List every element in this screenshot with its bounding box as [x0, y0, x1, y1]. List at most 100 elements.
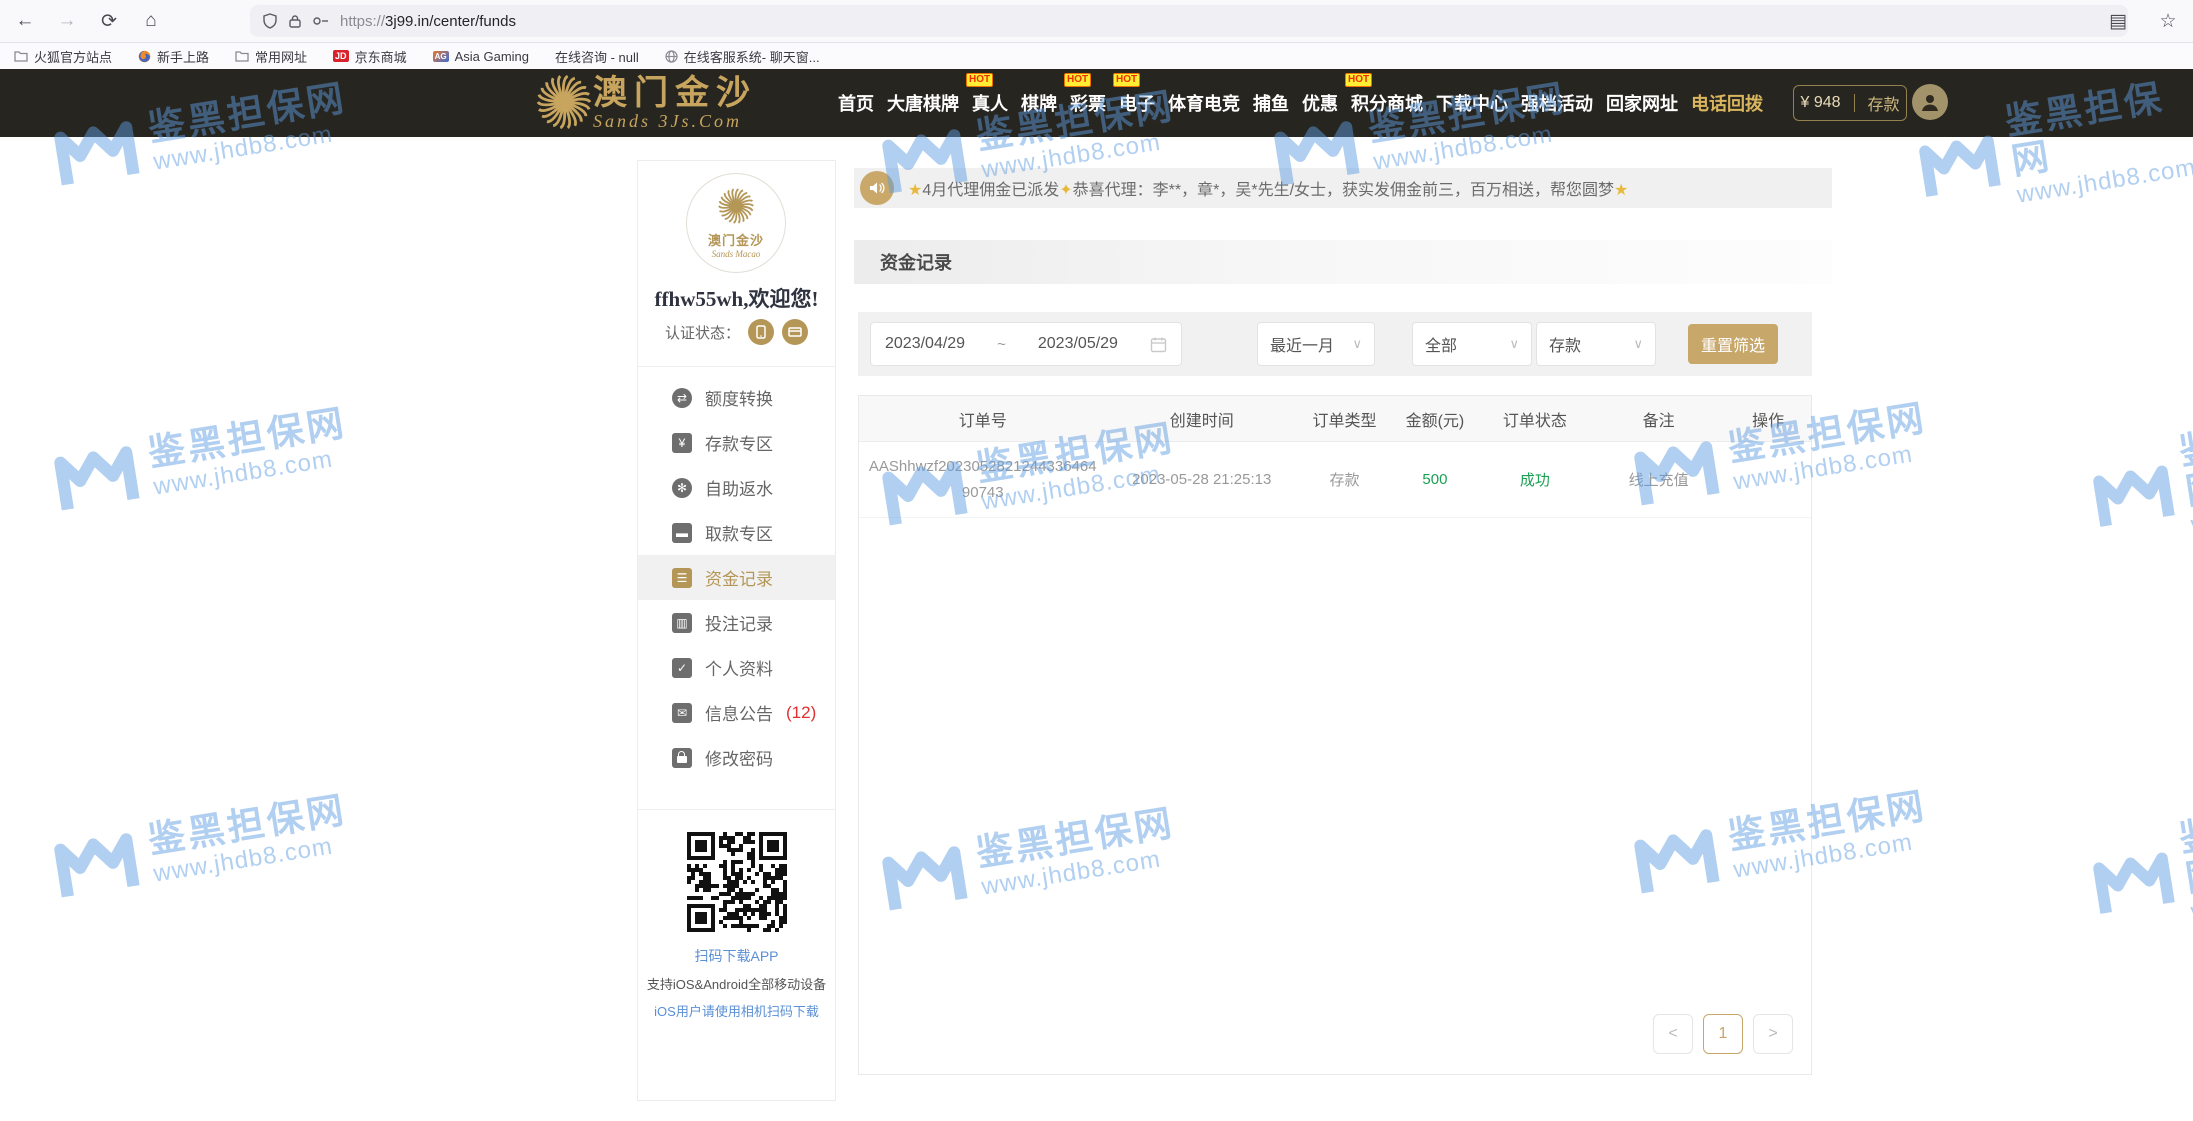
qr-support-text: 支持iOS&Android全部移动设备 [638, 974, 835, 993]
type-select-value: 存款 [1549, 332, 1581, 356]
column-header: 备注 [1592, 407, 1725, 431]
table-row: AAShhwzf2023052821244336464907432023-05-… [859, 442, 1811, 518]
cell-created: 2023-05-28 21:25:13 [1107, 471, 1297, 488]
nav-item-label: 大唐棋牌 [887, 94, 959, 114]
sidebar-item-lock[interactable]: 修改密码 [638, 735, 835, 780]
bookmark-label: 常用网址 [255, 47, 307, 66]
speaker-icon [860, 171, 894, 205]
nav-item[interactable]: HOT彩票 [1070, 90, 1106, 116]
cell-amount: 500 [1392, 471, 1478, 488]
qr-ios-hint-link[interactable]: iOS用户请使用相机扫码下载 [638, 1001, 835, 1020]
sidebar-item-exchange[interactable]: ⇄额度转换 [638, 375, 835, 420]
bookmark-label: 京东商城 [355, 47, 407, 66]
nav-item-label: 彩票 [1070, 94, 1106, 114]
avatar-brand-subtext: Sands Macao [712, 249, 761, 259]
bookmark-star-icon[interactable]: ☆ [2151, 5, 2185, 37]
nav-item[interactable]: 优惠 [1302, 90, 1338, 116]
bookmark-item[interactable]: AGAsia Gaming [433, 49, 529, 64]
nav-item[interactable]: 捕鱼 [1253, 90, 1289, 116]
table-body: AAShhwzf2023052821244336464907432023-05-… [859, 442, 1811, 518]
auth-status-row: 认证状态： [638, 319, 835, 345]
sidebar-item-rebate[interactable]: ✻自助返水 [638, 465, 835, 510]
calendar-icon [1150, 336, 1167, 353]
bookmark-item[interactable]: 在线咨询 - null [555, 47, 639, 66]
avatar-brand-text: 澳门金沙 [708, 230, 764, 249]
range-select-value: 最近一月 [1270, 332, 1334, 356]
watermark: 鉴黑担保网www.jhdb8.com [48, 789, 353, 905]
bookmark-label: 新手上路 [157, 47, 209, 66]
sidebar-item-label: 资金记录 [705, 565, 773, 590]
home-icon[interactable]: ⌂ [134, 5, 168, 37]
nav-item-label: 首页 [838, 94, 874, 114]
reset-filter-button[interactable]: 重置筛选 [1688, 324, 1778, 364]
reload-icon[interactable]: ⟳ [92, 5, 126, 37]
url-bar[interactable]: https://3j99.in/center/funds [250, 5, 2128, 37]
browser-toolbar: ← → ⟳ ⌂ https://3j99.in/center/funds ▤ ☆ [0, 0, 2193, 43]
sidebar: 澳门金沙 Sands Macao ffhw55wh,欢迎您! 认证状态： ⇄额度… [637, 160, 836, 1101]
sidebar-item-mail[interactable]: ✉信息公告(12) [638, 690, 835, 735]
main-nav: 首页大唐棋牌HOT真人棋牌HOT彩票HOT电子体育电竞捕鱼优惠HOT积分商城下载… [838, 69, 1763, 137]
balance-pill[interactable]: ¥ 948 存款 [1793, 85, 1907, 121]
cell-order_no: AAShhwzf202305282124433646490743 [859, 454, 1107, 505]
profile-icon: ✓ [672, 658, 692, 678]
bookmark-label: 火狐官方站点 [34, 47, 112, 66]
forward-icon[interactable]: → [50, 5, 84, 37]
nav-item[interactable]: HOT电子 [1119, 90, 1155, 116]
nav-item[interactable]: 回家网址 [1606, 90, 1678, 116]
type-select[interactable]: 存款 ∨ [1536, 322, 1656, 366]
permissions-icon [312, 14, 330, 28]
sidebar-item-label: 取款专区 [705, 520, 773, 545]
hot-badge: HOT [1345, 73, 1372, 87]
logo-subtitle: Sands 3Js.Com [593, 111, 757, 132]
sidebar-item-label: 额度转换 [705, 385, 773, 410]
bookmark-item[interactable]: JD京东商城 [333, 47, 407, 66]
funds-table-card: 订单号创建时间订单类型金额(元)订单状态备注操作 AAShhwzf2023052… [858, 395, 1812, 1075]
user-avatar-icon[interactable] [1912, 84, 1948, 120]
nav-item[interactable]: 棋牌 [1021, 90, 1057, 116]
nav-item[interactable]: 大唐棋牌 [887, 90, 959, 116]
avatar-sunburst-icon [717, 187, 755, 230]
bookmark-item[interactable]: 在线客服系统- 聊天窗... [665, 47, 820, 66]
nav-item[interactable]: 首页 [838, 90, 874, 116]
bookmark-item[interactable]: 火狐官方站点 [14, 47, 112, 66]
withdraw-icon: ▬ [672, 523, 692, 543]
nav-item-label: 体育电竞 [1168, 94, 1240, 114]
category-select[interactable]: 全部 ∨ [1412, 322, 1532, 366]
lock-icon [288, 14, 302, 29]
nav-item[interactable]: HOT积分商城 [1351, 90, 1423, 116]
sidebar-menu: ⇄额度转换¥存款专区✻自助返水 ▬ 取款专区 ☰资金记录▥投注记录✓个人资料✉信息公告… [638, 366, 835, 780]
phone-verify-icon[interactable] [748, 319, 774, 345]
bookmark-item[interactable]: 新手上路 [138, 47, 209, 66]
cell-type: 存款 [1297, 469, 1392, 490]
sidebar-item-bets[interactable]: ▥投注记录 [638, 600, 835, 645]
sidebar-item-funds[interactable]: ☰资金记录 [638, 555, 835, 600]
nav-item[interactable]: 下载中心 [1436, 90, 1508, 116]
card-verify-icon[interactable] [782, 319, 808, 345]
next-page-button[interactable]: > [1753, 1014, 1793, 1054]
date-range-input[interactable]: 2023/04/29 ~ 2023/05/29 [870, 322, 1182, 366]
back-icon[interactable]: ← [8, 5, 42, 37]
column-header: 创建时间 [1107, 407, 1297, 431]
nav-item[interactable]: HOT真人 [972, 90, 1008, 116]
nav-item[interactable]: 体育电竞 [1168, 90, 1240, 116]
sidebar-item-withdraw[interactable]: ▬ 取款专区 [638, 510, 835, 555]
chevron-down-icon: ∨ [1352, 336, 1362, 352]
site-logo[interactable]: 澳门金沙 Sands 3Js.Com [535, 73, 757, 136]
sidebar-item-deposit[interactable]: ¥存款专区 [638, 420, 835, 465]
sidebar-item-profile[interactable]: ✓个人资料 [638, 645, 835, 690]
sidebar-toggle-icon[interactable]: ▤ [2101, 5, 2135, 37]
nav-item[interactable]: 强档活动 [1521, 90, 1593, 116]
bookmark-item[interactable]: 常用网址 [235, 47, 307, 66]
qr-download-link[interactable]: 扫码下载APP [638, 946, 835, 966]
hot-badge: HOT [966, 73, 993, 87]
sidebar-item-label: 修改密码 [705, 745, 773, 770]
hot-badge: HOT [1113, 73, 1140, 87]
deposit-button[interactable]: 存款 [1867, 91, 1899, 115]
column-header: 订单状态 [1478, 407, 1592, 431]
qr-section: 扫码下载APP 支持iOS&Android全部移动设备 iOS用户请使用相机扫码… [638, 809, 835, 1020]
range-select[interactable]: 最近一月 ∨ [1257, 322, 1375, 366]
cell-status: 成功 [1478, 469, 1592, 490]
nav-item[interactable]: 电话回拨 [1691, 90, 1763, 116]
prev-page-button[interactable]: < [1653, 1014, 1693, 1054]
current-page-button[interactable]: 1 [1703, 1014, 1743, 1054]
